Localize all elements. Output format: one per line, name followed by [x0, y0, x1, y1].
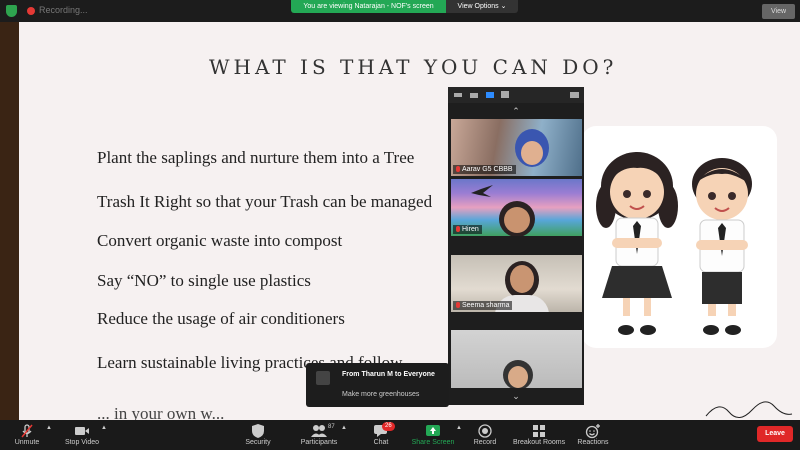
- muted-mic-icon: [456, 302, 460, 308]
- participant-tile[interactable]: Seema sharma: [451, 255, 582, 312]
- breakout-rooms-button[interactable]: Breakout Rooms: [513, 420, 565, 450]
- participant-tile[interactable]: [451, 330, 582, 388]
- share-screen-label: Share Screen: [411, 439, 455, 446]
- side-by-side-icon[interactable]: [570, 92, 579, 98]
- participant-name: Aarav G5 CBBB: [462, 166, 513, 173]
- single-view-icon[interactable]: [470, 93, 478, 98]
- participant-tile[interactable]: Hiren: [451, 179, 582, 236]
- share-screen-icon: [410, 423, 456, 439]
- chat-label: Chat: [373, 439, 389, 446]
- students-illustration: [582, 126, 777, 348]
- record-label: Record: [473, 439, 497, 446]
- chat-unread-badge: 26: [382, 422, 395, 431]
- people-icon: 87: [299, 423, 339, 439]
- participant-name: Hiren: [462, 226, 479, 233]
- gallery-view-icon[interactable]: [501, 91, 509, 98]
- muted-mic-icon: [456, 226, 460, 232]
- breakout-rooms-label: Breakout Rooms: [513, 439, 566, 446]
- video-options-caret-icon[interactable]: ▲: [101, 425, 107, 431]
- reactions-button[interactable]: Reactions: [577, 420, 609, 450]
- stop-video-label: Stop Video: [64, 439, 100, 446]
- decorative-squiggle: [705, 401, 793, 418]
- minimize-icon[interactable]: [454, 93, 462, 97]
- security-label: Security: [245, 439, 271, 446]
- unmute-button[interactable]: Unmute: [8, 420, 46, 450]
- stop-video-button[interactable]: Stop Video: [62, 420, 102, 450]
- audio-options-caret-icon[interactable]: ▲: [46, 425, 52, 431]
- slide-bullet: Plant the saplings and nurture them into…: [97, 148, 415, 167]
- chat-sender: From Tharun M to Everyone: [342, 371, 435, 378]
- video-camera-icon: [62, 423, 102, 439]
- share-screen-button[interactable]: Share Screen: [410, 420, 456, 450]
- leave-button[interactable]: Leave: [757, 426, 793, 442]
- chat-button[interactable]: 26 Chat: [370, 420, 395, 450]
- share-options-caret-icon[interactable]: ▲: [456, 425, 462, 431]
- chat-message: Make more greenhouses: [342, 391, 420, 398]
- top-bar: Recording... You are viewing Natarajan -…: [0, 0, 800, 22]
- shared-slide: WHAT IS THAT YOU CAN DO? Plant the sapli…: [19, 22, 800, 420]
- scroll-up-chevron-icon[interactable]: ⌃: [448, 104, 584, 118]
- shield-icon: [243, 423, 273, 439]
- reactions-label: Reactions: [577, 439, 609, 446]
- unmute-label: Unmute: [14, 439, 40, 446]
- participant-name-label: Aarav G5 CBBB: [453, 165, 516, 174]
- record-icon: [472, 423, 498, 439]
- record-button[interactable]: Record: [472, 420, 498, 450]
- slide-bullet: ... in your own w...: [97, 404, 225, 420]
- participant-face: [521, 141, 543, 165]
- bird-icon: [471, 185, 493, 197]
- grid-icon: [513, 423, 565, 439]
- smiley-plus-icon: [577, 423, 609, 439]
- participants-label: Participants: [300, 439, 338, 446]
- scroll-down-chevron-icon[interactable]: ⌄: [448, 389, 584, 403]
- participant-face: [508, 366, 528, 388]
- muted-mic-icon: [8, 423, 46, 439]
- participant-tile[interactable]: Aarav G5 CBBB: [451, 119, 582, 176]
- participant-face: [504, 207, 530, 233]
- slide-title: WHAT IS THAT YOU CAN DO?: [209, 55, 618, 79]
- view-button[interactable]: View: [762, 4, 795, 19]
- participant-name-label: Seema sharma: [453, 301, 513, 310]
- video-panel-header: [448, 87, 584, 103]
- avatar: [316, 371, 330, 385]
- slide-bullet: Say “NO” to single use plastics: [97, 271, 311, 290]
- slide-left-edge: [0, 22, 19, 420]
- participant-name-label: Hiren: [453, 225, 482, 234]
- slide-bullet: Convert organic waste into compost: [97, 231, 343, 250]
- participant-face: [510, 265, 534, 293]
- students-illustration-graphic: [596, 152, 752, 335]
- participants-caret-icon[interactable]: ▲: [341, 425, 347, 431]
- slide-bullet: Trash It Right so that your Trash can be…: [97, 192, 433, 211]
- slide-bullet: Reduce the usage of air conditioners: [97, 309, 345, 328]
- chat-bubble-icon: 26: [370, 422, 395, 439]
- shield-icon[interactable]: [6, 5, 17, 17]
- participant-name: Seema sharma: [462, 302, 510, 309]
- muted-mic-icon: [456, 166, 460, 172]
- strip-view-icon[interactable]: [486, 92, 494, 98]
- participants-button[interactable]: 87 Participants: [299, 420, 339, 450]
- recording-dot-icon: [27, 7, 35, 15]
- chat-notification-popup[interactable]: From Tharun M to Everyone Make more gree…: [306, 363, 449, 407]
- participant-video-panel: ⌃ Aarav G5 CBBB Hiren Seema sharma ⌄: [448, 87, 584, 405]
- security-button[interactable]: Security: [243, 420, 273, 450]
- participants-count: 87: [328, 424, 335, 430]
- viewing-screen-banner: You are viewing Natarajan - NOF's screen: [291, 0, 446, 13]
- view-options-button[interactable]: View Options ⌄: [446, 0, 518, 13]
- recording-label: Recording...: [39, 5, 88, 15]
- meeting-toolbar: Unmute ▲ Stop Video ▲ Security 87 Partic…: [0, 420, 800, 450]
